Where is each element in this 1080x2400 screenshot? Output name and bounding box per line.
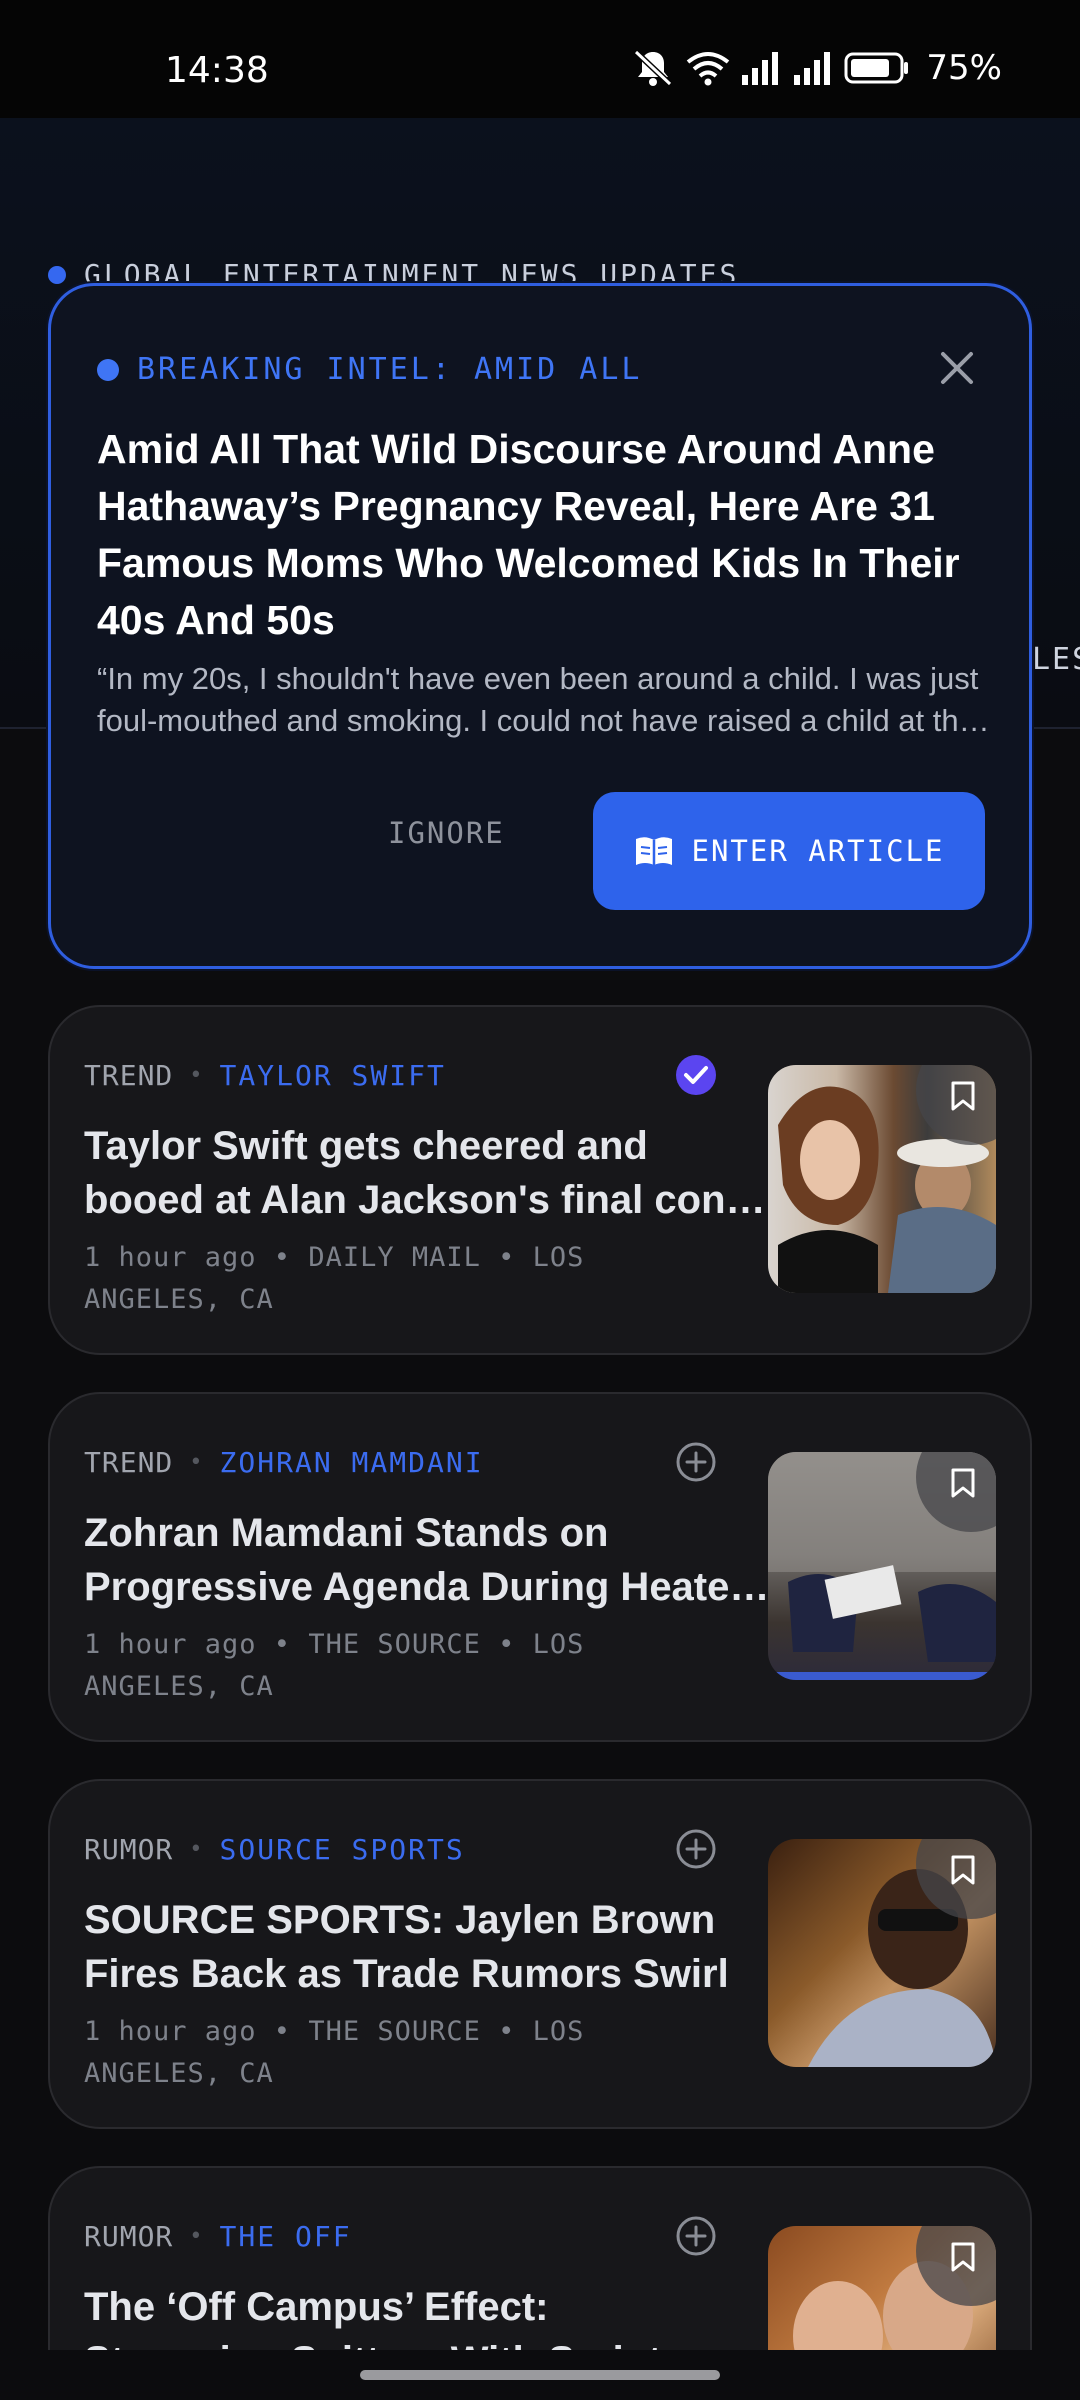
card-meta: TREND • TAYLOR SWIFT: [84, 1059, 446, 1092]
signal-icon-2: [794, 52, 831, 85]
enter-article-button[interactable]: ENTER ARTICLE: [593, 792, 985, 910]
card-info-line: ANGELES, CA: [84, 2058, 274, 2089]
card-topic[interactable]: TAYLOR SWIFT: [220, 1059, 446, 1092]
card-info-line: ANGELES, CA: [84, 1671, 274, 1702]
mute-bell-icon: [634, 49, 673, 87]
card-topic[interactable]: SOURCE SPORTS: [220, 1833, 465, 1866]
breaking-dot-icon: [97, 358, 119, 381]
bookmark-icon: [951, 2242, 975, 2272]
live-dot-icon: [48, 265, 66, 284]
card-meta: RUMOR • THE OFF: [84, 2220, 352, 2253]
followed-check-icon[interactable]: [674, 1053, 718, 1097]
follow-add-icon[interactable]: [674, 1827, 718, 1871]
news-card[interactable]: RUMOR • SOURCE SPORTS SOURCE SPORTS: Jay…: [48, 1779, 1032, 2129]
card-title[interactable]: Zohran Mamdani Stands on Progressive Age…: [84, 1506, 784, 1614]
status-time: 14:38: [165, 50, 269, 91]
card-title-line: Progressive Agenda During Heated Debate: [84, 1565, 784, 1609]
card-info: 1 hour ago • THE SOURCE • LOS ANGELES, C…: [84, 1624, 664, 1708]
meta-separator: •: [189, 2224, 204, 2249]
status-bar: 14:38 75%: [0, 0, 1080, 118]
card-thumbnail[interactable]: [768, 1839, 996, 2067]
card-meta: TREND • ZOHRAN MAMDANI: [84, 1446, 484, 1479]
bookmark-icon: [951, 1468, 975, 1498]
open-book-icon: [635, 837, 672, 865]
bookmark-icon: [951, 1081, 975, 1111]
signal-icon: [742, 52, 779, 85]
battery-icon: [844, 52, 909, 84]
follow-add-icon[interactable]: [674, 1440, 718, 1484]
card-info-line: ANGELES, CA: [84, 1284, 274, 1315]
card-info: 1 hour ago • DAILY MAIL • LOS ANGELES, C…: [84, 1237, 664, 1321]
battery-percent: 75%: [926, 48, 1002, 88]
card-info-line: 1 hour ago • DAILY MAIL • LOS: [84, 1242, 585, 1273]
home-indicator[interactable]: [360, 2370, 720, 2380]
follow-add-icon[interactable]: [674, 2214, 718, 2258]
enter-article-label: ENTER ARTICLE: [691, 834, 945, 868]
status-icons: 75%: [630, 48, 1002, 88]
close-icon[interactable]: [937, 348, 977, 388]
card-title-line: Zohran Mamdani Stands on: [84, 1511, 609, 1555]
card-title-line: booed at Alan Jackson's final concert: [84, 1178, 784, 1222]
card-title[interactable]: SOURCE SPORTS: Jaylen Brown Fires Back a…: [84, 1893, 784, 2001]
news-card[interactable]: TREND • TAYLOR SWIFT Taylor Swift gets c…: [48, 1005, 1032, 1355]
card-type: TREND: [84, 1446, 174, 1479]
tab-peek-text[interactable]: LES: [1032, 642, 1080, 677]
card-meta: RUMOR • SOURCE SPORTS: [84, 1833, 465, 1866]
card-type: RUMOR: [84, 2220, 174, 2253]
card-thumbnail[interactable]: [768, 1065, 996, 1293]
meta-separator: •: [189, 1063, 204, 1088]
card-type: RUMOR: [84, 1833, 174, 1866]
card-info-line: 1 hour ago • THE SOURCE • LOS: [84, 2016, 585, 2047]
breaking-tag-text: BREAKING INTEL: AMID ALL: [137, 352, 643, 387]
card-topic[interactable]: ZOHRAN MAMDANI: [220, 1446, 484, 1479]
card-thumbnail[interactable]: [768, 1452, 996, 1680]
card-title-line: Fires Back as Trade Rumors Swirl: [84, 1952, 729, 1996]
breaking-title[interactable]: Amid All That Wild Discourse Around Anne…: [97, 421, 997, 649]
card-info-line: 1 hour ago • THE SOURCE • LOS: [84, 1629, 585, 1660]
breaking-tag: BREAKING INTEL: AMID ALL: [97, 352, 642, 387]
card-type: TREND: [84, 1059, 174, 1092]
news-card[interactable]: TREND • ZOHRAN MAMDANI Zohran Mamdani St…: [48, 1392, 1032, 1742]
meta-separator: •: [189, 1837, 204, 1862]
card-title-line: SOURCE SPORTS: Jaylen Brown: [84, 1898, 716, 1942]
bookmark-icon: [951, 1855, 975, 1885]
meta-separator: •: [189, 1450, 204, 1475]
ignore-button[interactable]: IGNORE: [388, 816, 505, 850]
card-title[interactable]: Taylor Swift gets cheered and booed at A…: [84, 1119, 784, 1227]
wifi-icon: [687, 52, 730, 86]
breaking-news-dialog: BREAKING INTEL: AMID ALL Amid All That W…: [48, 283, 1032, 969]
card-info: 1 hour ago • THE SOURCE • LOS ANGELES, C…: [84, 2011, 664, 2095]
breaking-excerpt: “In my 20s, I shouldn't have even been a…: [97, 661, 985, 738]
card-topic[interactable]: THE OFF: [220, 2220, 352, 2253]
card-title-line: The ‘Off Campus’ Effect:: [84, 2285, 549, 2329]
card-title-line: Taylor Swift gets cheered and: [84, 1124, 648, 1168]
